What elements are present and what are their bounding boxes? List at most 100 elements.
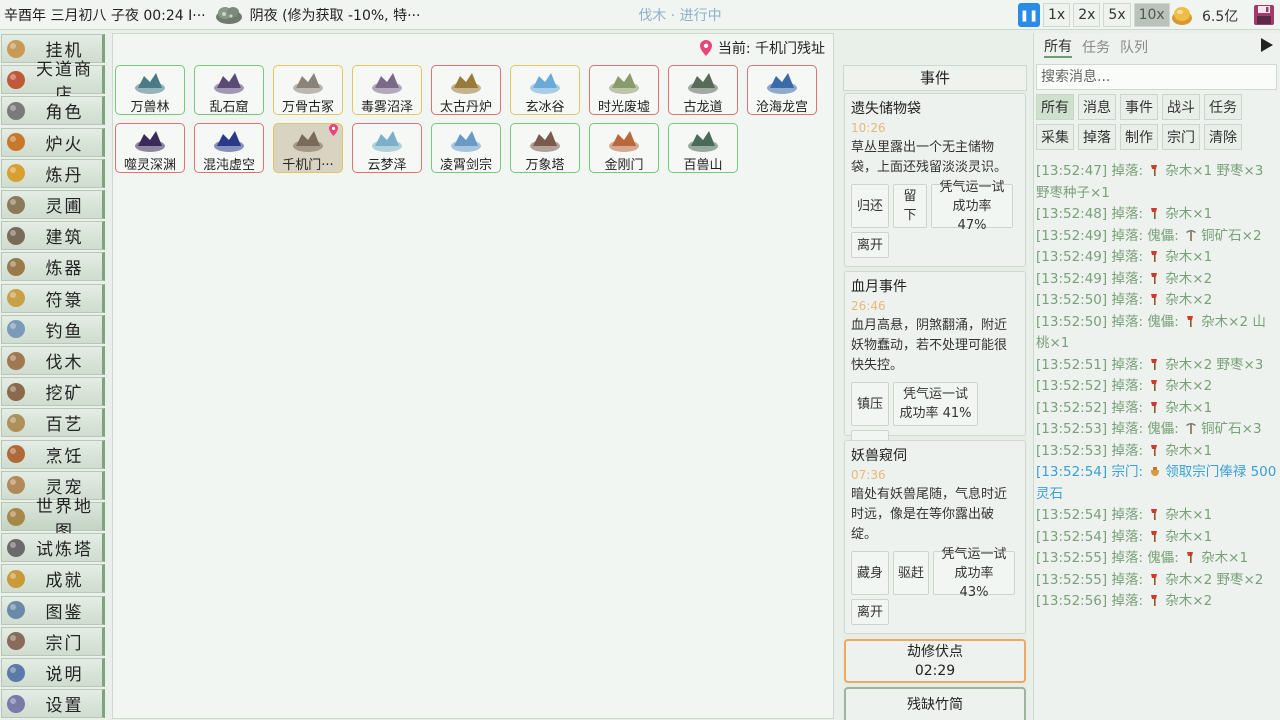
event-buttons: 藏身 驱赶 凭气运一试 成功率 43% 离开 [851,547,1019,625]
events-title: 事件 [843,65,1027,91]
play-icon[interactable] [1260,37,1274,53]
log-filter-button[interactable]: 消息 [1078,94,1116,120]
log-line-items: 杂木×1 [1165,206,1213,222]
sidebar-item-11[interactable]: 挖矿 [1,377,105,407]
log-line: [13:52:50] 掉落: 杂木×2 [1036,290,1279,312]
map-location-tile[interactable]: 万骨古冢 [273,65,343,115]
speed-10x-button[interactable]: 10x [1133,3,1170,27]
map-location-tile[interactable]: 云梦泽 [352,123,422,173]
location-name: 太古丹炉 [439,100,492,114]
sidebar-item-2[interactable]: 角色 [1,96,105,126]
event-option-button[interactable]: 留下 [893,184,927,228]
location-name: 时光废墟 [597,100,650,114]
map-location-tile[interactable]: 万象塔 [510,123,580,173]
event-option-button[interactable]: 归还 [851,184,889,228]
world-map-icon [5,506,27,528]
event-option-button[interactable]: 离开 [851,232,889,258]
event-option-button[interactable]: 凭气运一试 成功率 43% [933,547,1015,600]
location-name: 噬灵深渊 [123,158,176,172]
sidebar-item-4[interactable]: 炼丹 [1,158,105,188]
event-title: 遗失储物袋 [851,101,921,117]
map-location-tile[interactable]: 乱石窟 [194,65,264,115]
save-icon[interactable] [1252,3,1276,27]
map-location-tile[interactable]: 噬灵深渊 [115,123,185,173]
map-location-tile[interactable]: 混沌虚空 [194,123,264,173]
event-option-button[interactable]: 凭气运一试 成功率 47% [931,180,1013,233]
sidebar-item-19[interactable]: 宗门 [1,626,105,656]
log-line: [13:52:54] 宗门: 领取宗门俸禄 500灵石 [1036,462,1279,505]
log-line: [13:52:50] 掉落: 傀儡: 杂木×2 山桃×1 [1036,312,1279,355]
pause-button[interactable]: ❚❚ [1018,3,1040,27]
log-tab-all[interactable]: 所有 [1044,36,1072,58]
log-filter-button[interactable]: 掉落 [1078,124,1116,150]
bamboo-slip-card[interactable]: 残缺竹简 [844,687,1026,720]
sidebar-item-18[interactable]: 图鉴 [1,595,105,625]
log-filter-button[interactable]: 制作 [1120,124,1158,150]
sidebar-item-label: 炼丹 [45,165,84,186]
speed-2x-button[interactable]: 2x [1073,3,1101,27]
log-filter-button[interactable]: 任务 [1204,94,1242,120]
event-card: 妖兽窥伺 07:36 暗处有妖兽尾随，气息时近时远，像是在等你露出破绽。 藏身 驱赶 凭气… [844,440,1026,634]
sidebar-item-5[interactable]: 灵圃 [1,190,105,219]
map-location-tile[interactable]: 千机门··· [273,123,343,173]
map-location-tile[interactable]: 古龙道 [668,65,738,115]
weather-status[interactable]: 阴夜 (修为获取 -10%, 特··· [250,5,421,25]
sidebar-item-9[interactable]: 钓鱼 [1,314,105,344]
sidebar-item-21[interactable]: 设置 [1,689,105,719]
sidebar-item-10[interactable]: 伐木 [1,346,105,375]
sidebar-item-6[interactable]: 建筑 [1,221,105,251]
map-location-tile[interactable]: 太古丹炉 [431,65,501,115]
map-location-tile[interactable]: 凌霄剑宗 [431,123,501,173]
sidebar-item-3[interactable]: 炉火 [1,127,105,157]
map-location-tile[interactable]: 沧海龙宫 [747,65,817,115]
bag-icon [1147,464,1165,480]
log-line-items: 杂木×2 [1165,270,1213,287]
event-description: 草丛里露出一个无主储物袋，上面还残留淡淡灵识。 [851,140,1008,175]
sidebar-item-8[interactable]: 符箓 [1,283,105,313]
sidebar-item-1[interactable]: 天道商店 [1,60,105,105]
sidebar-item-label: 角色 [45,103,84,124]
world-map-panel: 当前: 千机门残址 万兽林 乱石窟 万骨古冢 毒雾沼泽 太古丹炉 玄冰谷 时光废墟 古龙道 沧海… [112,33,834,719]
log-filter-button[interactable]: 事件 [1120,94,1158,120]
speed-5x-button[interactable]: 5x [1103,3,1131,27]
log-filter-button[interactable]: 清除 [1204,124,1242,150]
log-filter-row: 采集 掉落 制作 宗门 清除 [1036,124,1242,150]
sidebar-item-16[interactable]: 试炼塔 [1,533,105,563]
log-tab-queue[interactable]: 队列 [1120,37,1148,57]
sidebar-item-15[interactable]: 世界地图 [1,497,105,542]
event-option-button[interactable]: 离开 [851,599,889,625]
sidebar-item-7[interactable]: 炼器 [1,252,105,282]
log-filter-button[interactable]: 所有 [1036,94,1074,120]
location-name: 千机门··· [282,158,334,172]
log-tab-tasks[interactable]: 任务 [1082,37,1110,57]
log-line-prefix: [13:52:55] 掉落: [1036,571,1148,588]
sidebar-item-20[interactable]: 说明 [1,658,105,687]
log-filter-button[interactable]: 战斗 [1162,94,1200,120]
axe-icon [1147,292,1165,308]
spirit-stone-icon [1172,7,1192,25]
map-location-tile[interactable]: 金刚门 [589,123,659,173]
log-line: [13:52:49] 掉落: 傀儡: 铜矿石×2 [1036,226,1279,248]
sidebar-item-label: 设置 [45,696,84,717]
map-location-tile[interactable]: 万兽林 [115,65,185,115]
map-location-tile[interactable]: 毒雾沼泽 [352,65,422,115]
log-tabs: 所有 任务 队列 [1034,33,1280,61]
sidebar-item-13[interactable]: 烹饪 [1,439,105,469]
event-option-button[interactable]: 镇压 [851,382,889,426]
location-name: 玄冰谷 [525,100,565,114]
sidebar-item-17[interactable]: 成就 [1,564,105,594]
log-filter-button[interactable]: 采集 [1036,124,1074,150]
log-filter-button[interactable]: 宗门 [1162,124,1200,150]
map-location-tile[interactable]: 玄冰谷 [510,65,580,115]
sidebar-item-label: 挖矿 [45,384,84,405]
event-option-button[interactable]: 驱赶 [893,551,929,595]
map-location-tile[interactable]: 时光废墟 [589,65,659,115]
sidebar-item-12[interactable]: 百艺 [1,408,105,438]
speed-1x-button[interactable]: 1x [1043,3,1071,27]
top-bar: 辛酉年 三月初八 子夜 00:24 I··· 阴夜 (修为获取 -10%, 特·… [0,0,1280,30]
ambush-point-card[interactable]: 劫修伏点 02:29 [844,639,1026,683]
event-option-button[interactable]: 凭气运一试 成功率 41% [893,382,978,426]
map-location-tile[interactable]: 百兽山 [668,123,738,173]
log-search-input[interactable] [1036,64,1277,90]
event-option-button[interactable]: 藏身 [851,551,889,595]
